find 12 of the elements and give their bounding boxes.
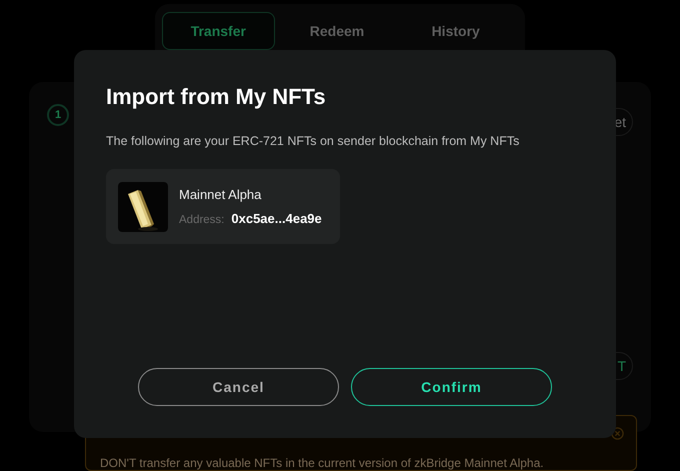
nft-name: Mainnet Alpha xyxy=(179,187,262,202)
address-value: 0xc5ae...4ea9e xyxy=(231,211,322,226)
close-icon[interactable] xyxy=(611,427,624,440)
cancel-button[interactable]: Cancel xyxy=(138,368,339,406)
tab[interactable]: Transfer xyxy=(162,12,275,50)
step-number: 1 xyxy=(47,104,69,126)
dialog-description: The following are your ERC-721 NFTs on sender blockchain from My NFTs xyxy=(106,134,520,148)
dialog-title: Import from My NFTs xyxy=(106,84,326,110)
warning-text: DON'T transfer any valuable NFTs in the current version of zkBridge Mainnet Alpha. xyxy=(100,456,544,470)
nft-card[interactable]: Mainnet Alpha Address: 0xc5ae...4ea9e xyxy=(106,169,340,244)
address-label: Address: xyxy=(179,214,224,226)
confirm-button[interactable]: Confirm xyxy=(351,368,552,406)
